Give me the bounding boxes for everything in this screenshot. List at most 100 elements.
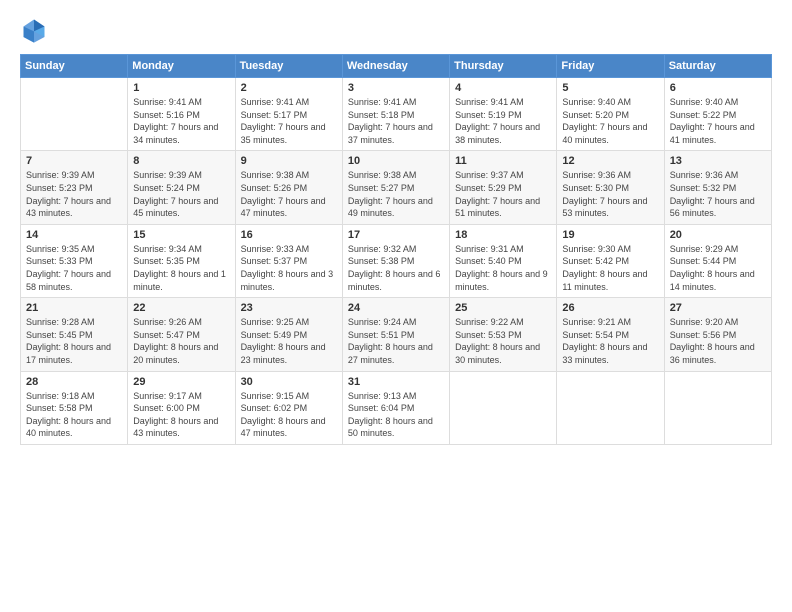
day-info: Sunrise: 9:36 AMSunset: 5:32 PMDaylight:… [670,169,766,219]
calendar-table: SundayMondayTuesdayWednesdayThursdayFrid… [20,54,772,445]
calendar-day-cell: 23Sunrise: 9:25 AMSunset: 5:49 PMDayligh… [235,298,342,371]
calendar-day-cell: 16 Sunrise: 9:33 AMSunset: 5:37 PMDayligh… [235,224,342,297]
day-info: Sunrise: 9:33 AMSunset: 5:37 PMDaylight:… [241,243,337,293]
calendar-day-cell: 11 Sunrise: 9:37 AMSunset: 5:29 PMDayligh… [450,151,557,224]
day-number: 23 [241,302,337,314]
calendar-day-cell: 4 Sunrise: 9:41 AMSunset: 5:19 PMDaylight… [450,78,557,151]
calendar-day-cell: 18Sunrise: 9:31 AMSunset: 5:40 PMDayligh… [450,224,557,297]
calendar-day-cell: 7 Sunrise: 9:39 AMSunset: 5:23 PMDaylight… [21,151,128,224]
day-info: Sunrise: 9:41 AMSunset: 5:17 PMDaylight:… [241,96,337,146]
day-number: 15 [133,229,229,241]
day-number: 27 [670,302,766,314]
day-number: 5 [562,82,658,94]
day-number: 22 [133,302,229,314]
day-number: 6 [670,82,766,94]
day-number: 8 [133,155,229,167]
day-info: Sunrise: 9:21 AMSunset: 5:54 PMDaylight:… [562,316,658,366]
calendar-day-header: Wednesday [342,55,449,78]
calendar-week-row: 7 Sunrise: 9:39 AMSunset: 5:23 PMDaylight… [21,151,772,224]
calendar-day-cell: 15 Sunrise: 9:34 AMSunset: 5:35 PMDayligh… [128,224,235,297]
calendar-day-header: Thursday [450,55,557,78]
day-info: Sunrise: 9:34 AMSunset: 5:35 PMDaylight:… [133,243,229,293]
day-info: Sunrise: 9:41 AMSunset: 5:19 PMDaylight:… [455,96,551,146]
day-info: Sunrise: 9:22 AMSunset: 5:53 PMDaylight:… [455,316,551,366]
calendar-week-row: 28 Sunrise: 9:18 AMSunset: 5:58 PMDayligh… [21,371,772,444]
day-info: Sunrise: 9:41 AMSunset: 5:16 PMDaylight:… [133,96,229,146]
day-info: Sunrise: 9:32 AMSunset: 5:38 PMDaylight:… [348,243,444,293]
day-info: Sunrise: 9:38 AMSunset: 5:26 PMDaylight:… [241,169,337,219]
calendar-header-row: SundayMondayTuesdayWednesdayThursdayFrid… [21,55,772,78]
day-number: 10 [348,155,444,167]
day-info: Sunrise: 9:41 AMSunset: 5:18 PMDaylight:… [348,96,444,146]
day-info: Sunrise: 9:40 AMSunset: 5:22 PMDaylight:… [670,96,766,146]
day-info: Sunrise: 9:17 AMSunset: 6:00 PMDaylight:… [133,390,229,440]
day-number: 1 [133,82,229,94]
day-number: 16 [241,229,337,241]
day-number: 7 [26,155,122,167]
day-info: Sunrise: 9:29 AMSunset: 5:44 PMDaylight:… [670,243,766,293]
day-number: 29 [133,376,229,388]
calendar-day-cell: 31 Sunrise: 9:13 AMSunset: 6:04 PMDayligh… [342,371,449,444]
page: SundayMondayTuesdayWednesdayThursdayFrid… [0,0,792,612]
day-info: Sunrise: 9:31 AMSunset: 5:40 PMDaylight:… [455,243,551,293]
day-number: 9 [241,155,337,167]
day-number: 2 [241,82,337,94]
calendar-day-header: Saturday [664,55,771,78]
calendar-day-cell: 21Sunrise: 9:28 AMSunset: 5:45 PMDayligh… [21,298,128,371]
calendar-day-header: Monday [128,55,235,78]
calendar-day-cell: 10 Sunrise: 9:38 AMSunset: 5:27 PMDayligh… [342,151,449,224]
day-number: 12 [562,155,658,167]
day-info: Sunrise: 9:39 AMSunset: 5:24 PMDaylight:… [133,169,229,219]
calendar-day-cell: 28 Sunrise: 9:18 AMSunset: 5:58 PMDayligh… [21,371,128,444]
calendar-day-cell: 3 Sunrise: 9:41 AMSunset: 5:18 PMDaylight… [342,78,449,151]
calendar-day-cell: 24 Sunrise: 9:24 AMSunset: 5:51 PMDayligh… [342,298,449,371]
day-number: 3 [348,82,444,94]
calendar-day-cell [664,371,771,444]
calendar-day-cell: 13Sunrise: 9:36 AMSunset: 5:32 PMDayligh… [664,151,771,224]
calendar-day-cell: 1 Sunrise: 9:41 AMSunset: 5:16 PMDaylight… [128,78,235,151]
day-number: 28 [26,376,122,388]
day-info: Sunrise: 9:35 AMSunset: 5:33 PMDaylight:… [26,243,122,293]
calendar-week-row: 14 Sunrise: 9:35 AMSunset: 5:33 PMDayligh… [21,224,772,297]
day-info: Sunrise: 9:24 AMSunset: 5:51 PMDaylight:… [348,316,444,366]
calendar-day-cell: 8 Sunrise: 9:39 AMSunset: 5:24 PMDaylight… [128,151,235,224]
day-info: Sunrise: 9:13 AMSunset: 6:04 PMDaylight:… [348,390,444,440]
day-info: Sunrise: 9:39 AMSunset: 5:23 PMDaylight:… [26,169,122,219]
day-number: 4 [455,82,551,94]
calendar-week-row: 1 Sunrise: 9:41 AMSunset: 5:16 PMDaylight… [21,78,772,151]
day-number: 24 [348,302,444,314]
day-number: 19 [562,229,658,241]
day-info: Sunrise: 9:15 AMSunset: 6:02 PMDaylight:… [241,390,337,440]
day-info: Sunrise: 9:37 AMSunset: 5:29 PMDaylight:… [455,169,551,219]
calendar-day-cell: 12 Sunrise: 9:36 AMSunset: 5:30 PMDayligh… [557,151,664,224]
day-info: Sunrise: 9:18 AMSunset: 5:58 PMDaylight:… [26,390,122,440]
logo [20,16,52,44]
day-info: Sunrise: 9:20 AMSunset: 5:56 PMDaylight:… [670,316,766,366]
calendar-day-cell [450,371,557,444]
calendar-day-cell [21,78,128,151]
day-number: 14 [26,229,122,241]
calendar-day-cell: 5 Sunrise: 9:40 AMSunset: 5:20 PMDaylight… [557,78,664,151]
day-number: 20 [670,229,766,241]
calendar-day-cell: 29 Sunrise: 9:17 AMSunset: 6:00 PMDayligh… [128,371,235,444]
day-number: 17 [348,229,444,241]
calendar-day-cell: 19Sunrise: 9:30 AMSunset: 5:42 PMDayligh… [557,224,664,297]
day-info: Sunrise: 9:40 AMSunset: 5:20 PMDaylight:… [562,96,658,146]
day-number: 31 [348,376,444,388]
day-number: 11 [455,155,551,167]
calendar-day-header: Friday [557,55,664,78]
day-number: 26 [562,302,658,314]
calendar-day-header: Tuesday [235,55,342,78]
calendar-day-cell: 17 Sunrise: 9:32 AMSunset: 5:38 PMDayligh… [342,224,449,297]
calendar-day-cell: 30Sunrise: 9:15 AMSunset: 6:02 PMDayligh… [235,371,342,444]
day-info: Sunrise: 9:36 AMSunset: 5:30 PMDaylight:… [562,169,658,219]
day-info: Sunrise: 9:28 AMSunset: 5:45 PMDaylight:… [26,316,122,366]
calendar-day-cell: 25Sunrise: 9:22 AMSunset: 5:53 PMDayligh… [450,298,557,371]
day-info: Sunrise: 9:26 AMSunset: 5:47 PMDaylight:… [133,316,229,366]
calendar-day-cell: 22 Sunrise: 9:26 AMSunset: 5:47 PMDayligh… [128,298,235,371]
calendar-day-cell: 2 Sunrise: 9:41 AMSunset: 5:17 PMDaylight… [235,78,342,151]
calendar-day-cell: 14 Sunrise: 9:35 AMSunset: 5:33 PMDayligh… [21,224,128,297]
day-info: Sunrise: 9:38 AMSunset: 5:27 PMDaylight:… [348,169,444,219]
calendar-day-cell: 9 Sunrise: 9:38 AMSunset: 5:26 PMDaylight… [235,151,342,224]
calendar-day-cell: 6 Sunrise: 9:40 AMSunset: 5:22 PMDaylight… [664,78,771,151]
